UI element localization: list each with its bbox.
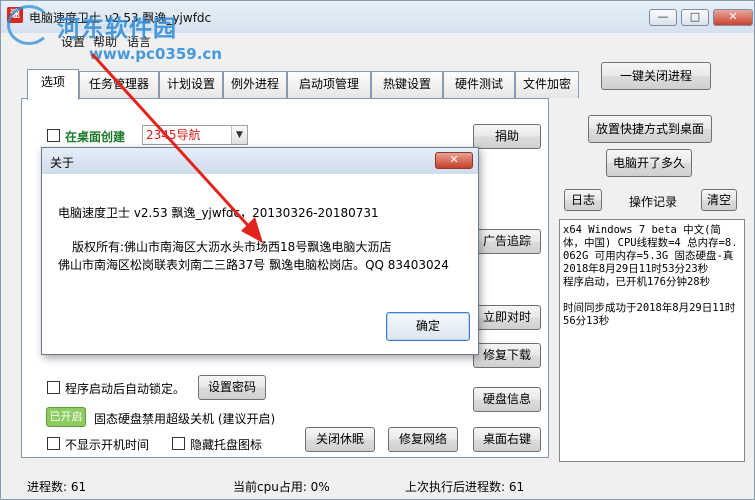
log-line: 2018年8月29日11时53分23秒 <box>563 263 709 275</box>
maximize-button[interactable]: □ <box>681 9 709 26</box>
about-copyright-text: 版权所有:佛山市南海区大沥水头市场西18号飘逸电脑大沥店 <box>72 240 392 254</box>
status-bar: 进程数: 61 当前cpu占用: 0% 上次执行后进程数: 61 <box>1 471 754 499</box>
cpu-usage: 当前cpu占用: 0% <box>233 480 330 494</box>
place-shortcut-button[interactable]: 放置快捷方式到桌面 <box>588 115 712 143</box>
repair-download-button[interactable]: 修复下载 <box>473 343 541 368</box>
tab-options[interactable]: 选项 <box>27 69 79 100</box>
uptime-button[interactable]: 电脑开了多久 <box>606 149 692 177</box>
last-exec-process-count: 上次执行后进程数: 61 <box>405 480 525 494</box>
hide-boot-time-checkbox[interactable] <box>47 437 60 450</box>
sync-time-button[interactable]: 立即对时 <box>473 305 541 330</box>
watermark-text: 河东软件园 <box>57 15 177 42</box>
clear-log-button[interactable]: 清空 <box>701 189 737 211</box>
hide-tray-checkbox[interactable] <box>172 437 185 450</box>
about-dialog-close-button[interactable]: ✕ <box>435 152 473 169</box>
auto-lock-checkbox[interactable] <box>47 381 60 394</box>
tab-startup-manager[interactable]: 启动项管理 <box>287 71 371 98</box>
log-line: x64 Windows 7 beta 中文(简体，中国) CPU线程数=4 总内… <box>563 224 738 262</box>
hide-tray-label: 隐藏托盘图标 <box>190 438 263 452</box>
about-address-text: 佛山市南海区松岗联表刘南二三路37号 飘逸电脑松岗店。QQ 83403024 <box>58 258 449 272</box>
watermark-url: www.pc0359.cn <box>89 45 222 63</box>
close-hibernate-button[interactable]: 关闭休眠 <box>305 427 375 452</box>
close-button[interactable]: ✕ <box>713 9 753 26</box>
tab-exception-process[interactable]: 例外进程 <box>223 71 287 98</box>
ad-track-button[interactable]: 广告追踪 <box>473 229 541 254</box>
auto-lock-label: 程序启动后自动锁定。 <box>65 382 186 396</box>
about-version-text: 电脑速度卫士 v2.53 飘逸_yjwfdc，20130326-20180731 <box>58 206 379 220</box>
log-textarea[interactable]: x64 Windows 7 beta 中文(简体，中国) CPU线程数=4 总内… <box>559 219 745 462</box>
about-dialog-titlebar[interactable]: 关于 ✕ <box>42 148 478 174</box>
chevron-down-icon: ▼ <box>231 126 247 144</box>
hide-boot-time-label: 不显示开机时间 <box>65 438 150 452</box>
donate-button[interactable]: 捐助 <box>473 124 541 149</box>
log-line: 程序启动，已开机176分钟28秒 <box>563 276 711 288</box>
desktop-create-checkbox[interactable] <box>47 129 60 142</box>
log-button[interactable]: 日志 <box>564 189 602 211</box>
navigation-select[interactable]: 2345导航 ▼ <box>142 125 248 145</box>
disk-info-button[interactable]: 硬盘信息 <box>473 387 541 412</box>
set-password-button[interactable]: 设置密码 <box>198 375 266 400</box>
main-window: 速 电脑速度卫士 v2.53 飘逸_yjwfdc — □ ✕ 设置 帮助 语言 … <box>0 0 755 500</box>
tab-task-manager[interactable]: 任务管理器 <box>79 71 159 98</box>
desktop-right-click-button[interactable]: 桌面右键 <box>473 427 541 452</box>
tab-file-encrypt[interactable]: 文件加密 <box>515 71 579 98</box>
log-line: 时间同步成功于2018年8月29日11时56分13秒 <box>563 302 736 327</box>
ssd-toggle[interactable]: 已开启 <box>46 407 86 427</box>
about-dialog: 关于 ✕ 电脑速度卫士 v2.53 飘逸_yjwfdc，20130326-201… <box>41 147 479 355</box>
navigation-select-value: 2345导航 <box>146 128 201 142</box>
watermark-logo-icon <box>7 5 51 45</box>
tab-hotkeys[interactable]: 热键设置 <box>371 71 443 98</box>
minimize-button[interactable]: — <box>649 9 677 26</box>
process-count: 进程数: 61 <box>27 480 87 494</box>
desktop-create-label: 在桌面创建 <box>65 130 126 144</box>
tab-schedule[interactable]: 计划设置 <box>159 71 223 98</box>
log-title: 操作记录 <box>629 195 678 209</box>
repair-network-button[interactable]: 修复网络 <box>388 427 458 452</box>
close-all-processes-button[interactable]: 一键关闭进程 <box>601 62 711 90</box>
ok-button[interactable]: 确定 <box>386 312 470 341</box>
about-dialog-title: 关于 <box>50 156 75 170</box>
ssd-label: 固态硬盘禁用超级关机 (建议开启) <box>94 412 276 426</box>
tab-hardware-test[interactable]: 硬件测试 <box>443 71 515 98</box>
